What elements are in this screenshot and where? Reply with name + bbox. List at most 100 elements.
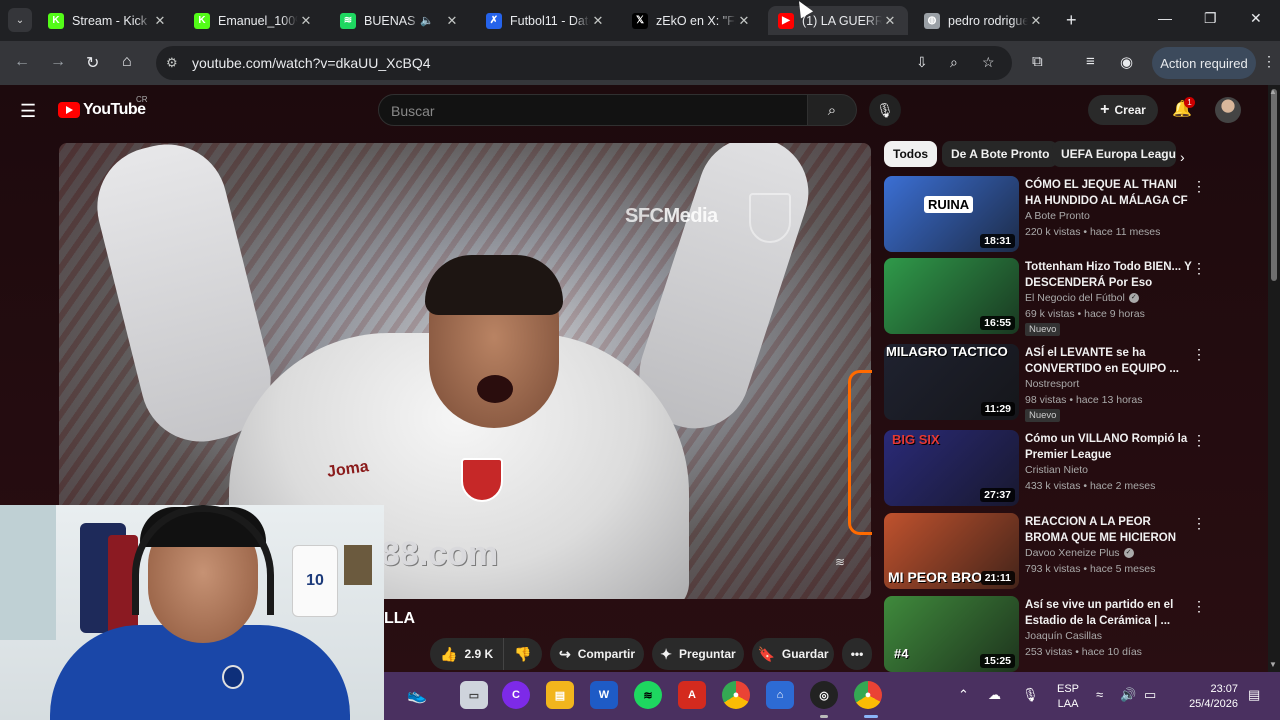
- channel-name[interactable]: Joaquín Casillas: [1025, 630, 1102, 642]
- video-options-icon[interactable]: ⋮: [1192, 178, 1206, 195]
- create-button[interactable]: + Crear: [1088, 95, 1158, 125]
- page-scrollbar[interactable]: [1268, 85, 1280, 720]
- tab-audio-icon[interactable]: 🔈: [420, 14, 434, 27]
- video-thumbnail[interactable]: MILAGRO TACTICO 11:29: [884, 344, 1019, 420]
- url-text[interactable]: youtube.com/watch?v=dkaUU_XcBQ4: [192, 55, 431, 71]
- browser-tab[interactable]: 𝕏zEkO en X: "Fi ✕: [622, 6, 762, 35]
- word-icon[interactable]: W: [590, 681, 618, 709]
- tab-close-icon[interactable]: ✕: [152, 13, 168, 29]
- volume-icon[interactable]: 🔊: [1120, 687, 1136, 703]
- account-avatar[interactable]: [1215, 97, 1241, 123]
- chrome-profile-icon[interactable]: ●: [854, 681, 882, 709]
- browser-tab[interactable]: K Stream - Kick ✕: [38, 6, 178, 35]
- like-button[interactable]: 👍 2.9 K: [430, 638, 505, 670]
- file-explorer-icon[interactable]: ▭: [460, 681, 488, 709]
- video-thumbnail[interactable]: MI PEOR BRO 21:11: [884, 513, 1019, 589]
- store-icon[interactable]: ⌂: [766, 681, 794, 709]
- recommended-video[interactable]: 16:55 Tottenham Hizo Todo BIEN... Y DESCE…: [884, 258, 1258, 336]
- video-options-icon[interactable]: ⋮: [1192, 515, 1206, 532]
- ask-button[interactable]: ✦ Preguntar: [652, 638, 744, 670]
- video-thumbnail[interactable]: #4 15:25: [884, 596, 1019, 672]
- wifi-icon[interactable]: ≈: [1096, 687, 1103, 702]
- action-required-button[interactable]: Action required: [1152, 47, 1256, 79]
- browser-tab[interactable]: ▶ (1) LA GUERRA✕: [768, 6, 908, 35]
- browser-menu-icon[interactable]: ⋮: [1262, 53, 1276, 70]
- search-button[interactable]: ⌕: [807, 94, 857, 126]
- tray-chevron-icon[interactable]: ⌃: [958, 687, 969, 703]
- profile-icon[interactable]: ◉: [1120, 53, 1133, 71]
- filter-chip[interactable]: Todos: [884, 141, 938, 167]
- close-window-icon[interactable]: ✕: [1250, 10, 1262, 27]
- browser-tab[interactable]: ✗ Futbol11 - Datos✕: [476, 6, 616, 35]
- spotify-icon[interactable]: ≋: [634, 681, 662, 709]
- forward-icon[interactable]: →: [50, 53, 66, 71]
- install-app-icon[interactable]: ⇩: [916, 54, 928, 71]
- hamburger-menu-icon[interactable]: ☰: [20, 101, 36, 122]
- chrome-icon[interactable]: ●: [722, 681, 750, 709]
- youtube-logo[interactable]: YouTube CR: [58, 95, 148, 119]
- site-info-icon[interactable]: ⚙: [166, 55, 178, 71]
- system-clock[interactable]: 23:07 25/4/2026: [1180, 682, 1238, 712]
- tab-close-icon[interactable]: ✕: [444, 13, 460, 29]
- onedrive-icon[interactable]: ☁: [988, 687, 1001, 703]
- tab-close-icon[interactable]: ✕: [882, 13, 898, 29]
- reload-icon[interactable]: ↻: [86, 53, 99, 73]
- video-thumbnail[interactable]: 16:55: [884, 258, 1019, 334]
- browser-tab[interactable]: ≋ BUENAS NOCHES🔈 ✕: [330, 6, 470, 35]
- browser-tab[interactable]: K Emanuel_100% ✕: [184, 6, 324, 35]
- voice-search-button[interactable]: 🎙: [869, 94, 901, 126]
- new-tab-button[interactable]: +: [1066, 10, 1077, 31]
- media-control-icon[interactable]: ≡: [1086, 53, 1095, 70]
- sneaker-widget-icon[interactable]: 👟: [396, 681, 438, 709]
- filter-chip[interactable]: UEFA Europa League: [1052, 141, 1176, 167]
- bookmark-star-icon[interactable]: ☆: [982, 54, 995, 71]
- recommended-video[interactable]: MI PEOR BRO 21:11 REACCION A LA PEOR BROMA…: [884, 513, 1258, 591]
- video-title[interactable]: CÓMO EL JEQUE AL THANI HA HUNDIDO AL MÁL…: [1025, 177, 1195, 209]
- video-options-icon[interactable]: ⋮: [1192, 260, 1206, 277]
- tab-close-icon[interactable]: ✕: [1028, 13, 1044, 29]
- channel-name[interactable]: Cristian Nieto: [1025, 464, 1088, 476]
- scroll-up-icon[interactable]: ▲: [1269, 87, 1277, 96]
- channel-name[interactable]: Davoo Xeneize Plus ✓: [1025, 547, 1134, 559]
- channel-watermark-icon[interactable]: ≋: [835, 555, 845, 569]
- video-thumbnail[interactable]: BIG SIX 27:37: [884, 430, 1019, 506]
- obs-icon[interactable]: ◎: [810, 681, 838, 709]
- microphone-tray-icon[interactable]: 🎙: [1022, 687, 1039, 703]
- video-title[interactable]: Así se vive un partido en el Estadio de …: [1025, 597, 1195, 629]
- zoom-icon[interactable]: ⌕: [950, 54, 958, 71]
- video-title[interactable]: REACCION A LA PEOR BROMA QUE ME HICIERON…: [1025, 514, 1195, 546]
- canva-icon[interactable]: C: [502, 681, 530, 709]
- dislike-button[interactable]: 👎: [504, 646, 531, 663]
- address-bar[interactable]: ⚙ youtube.com/watch?v=dkaUU_XcBQ4 ⇩ ⌕ ☆: [156, 46, 1012, 80]
- home-icon[interactable]: ⌂: [122, 53, 132, 71]
- video-options-icon[interactable]: ⋮: [1192, 432, 1206, 449]
- share-button[interactable]: ↪ Compartir: [550, 638, 644, 670]
- recommended-video[interactable]: #4 15:25 Así se vive un partido en el Esta…: [884, 596, 1258, 674]
- notification-center-icon[interactable]: ▤: [1248, 687, 1260, 703]
- tab-close-icon[interactable]: ✕: [590, 13, 606, 29]
- recommended-video[interactable]: RUINA 18:31 CÓMO EL JEQUE AL THANI HA HUND…: [884, 176, 1258, 254]
- acrobat-icon[interactable]: A: [678, 681, 706, 709]
- video-title[interactable]: ASÍ el LEVANTE se ha CONVERTIDO en EQUIP…: [1025, 345, 1195, 377]
- tab-close-icon[interactable]: ✕: [298, 13, 314, 29]
- recommended-video[interactable]: BIG SIX 27:37 Cómo un VILLANO Rompió la Pr…: [884, 430, 1258, 508]
- video-options-icon[interactable]: ⋮: [1192, 598, 1206, 615]
- tab-close-icon[interactable]: ✕: [736, 13, 752, 29]
- extensions-icon[interactable]: ⧉: [1032, 53, 1043, 70]
- video-title[interactable]: Cómo un VILLANO Rompió la Premier League: [1025, 431, 1195, 463]
- filter-chip[interactable]: De A Bote Pronto: [942, 141, 1059, 167]
- channel-name[interactable]: A Bote Pronto: [1025, 210, 1090, 222]
- chevron-right-icon[interactable]: ›: [1180, 149, 1185, 165]
- save-button[interactable]: 🔖 Guardar: [752, 638, 834, 670]
- back-icon[interactable]: ←: [14, 53, 30, 71]
- battery-icon[interactable]: ▭: [1144, 687, 1156, 703]
- video-options-icon[interactable]: ⋮: [1192, 346, 1206, 363]
- folder-icon[interactable]: ▤: [546, 681, 574, 709]
- minimize-icon[interactable]: —: [1158, 10, 1172, 26]
- recommended-video[interactable]: MILAGRO TACTICO 11:29 ASÍ el LEVANTE se ha…: [884, 344, 1258, 422]
- channel-name[interactable]: Nostresport: [1025, 378, 1079, 390]
- language-indicator[interactable]: ESP LAA: [1057, 682, 1079, 712]
- tab-search-button[interactable]: ⌄: [8, 8, 32, 32]
- channel-name[interactable]: El Negocio del Fútbol ✓: [1025, 292, 1139, 304]
- restore-icon[interactable]: ❐: [1204, 10, 1217, 27]
